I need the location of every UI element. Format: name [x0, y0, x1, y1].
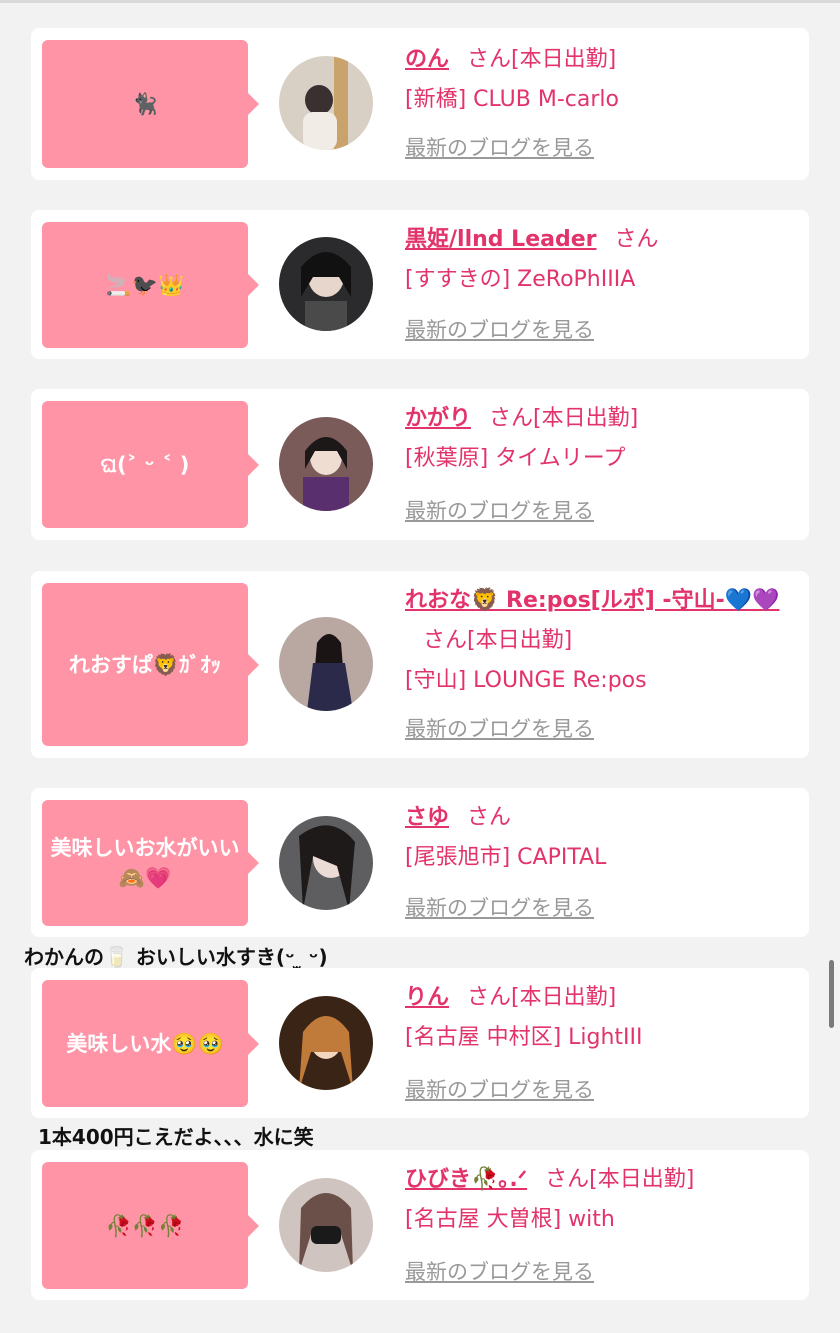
bubble-text: 🥀🥀🥀 — [105, 1213, 185, 1238]
bubble-text: 🐈‍⬛ — [131, 92, 159, 116]
cast-name-link[interactable]: さゆ — [405, 805, 449, 830]
cast-info: ひびき🥀｡.ᐟ さん[本日出勤] [名古屋 大曽根] with — [405, 1160, 805, 1240]
cast-info: りん さん[本日出勤] [名古屋 中村区] LightIII — [405, 978, 805, 1058]
cast-card[interactable]: ଘ(˃ ᵕ ˂ ) かがり さん[本日出勤] [秋葉原] タイムリープ 最新のブロ… — [31, 389, 809, 540]
scrollbar-thumb[interactable] — [829, 960, 834, 1028]
cast-info: れおな🦁 Re:pos[ルポ] -守山-💙💜 さん[本日出勤] [守山] LOUN… — [405, 581, 785, 701]
message-bubble: 🚬🐦‍⬛👑 — [42, 222, 259, 348]
cast-card[interactable]: 🚬🐦‍⬛👑 黒姫/llnd Leader さん [すすきの] ZeRoPhIIIA… — [31, 210, 809, 359]
cast-suffix: さん[本日出勤] — [467, 47, 617, 72]
shop-name: [すすきの] ZeRoPhIIIA — [405, 267, 636, 292]
bubble-text: ଘ(˃ ᵕ ˂ ) — [100, 452, 190, 477]
avatar[interactable] — [279, 996, 373, 1090]
avatar[interactable] — [279, 56, 373, 150]
avatar[interactable] — [279, 816, 373, 910]
cast-card[interactable]: 美味しいお水がいい🙈💗 さゆ さん [尾張旭市] CAPITAL 最新のブログを見… — [31, 788, 809, 937]
cast-suffix: さん[本日出勤] — [545, 1167, 695, 1192]
message-bubble: 🥀🥀🥀 — [42, 1162, 259, 1289]
cast-name-link[interactable]: れおな🦁 Re:pos[ルポ] -守山-💙💜 — [405, 588, 779, 613]
avatar[interactable] — [279, 237, 373, 331]
cast-suffix: さん — [467, 805, 512, 830]
blog-link[interactable]: 最新のブログを見る — [405, 892, 594, 922]
blog-link[interactable]: 最新のブログを見る — [405, 314, 594, 344]
cast-info: 黒姫/llnd Leader さん [すすきの] ZeRoPhIIIA — [405, 220, 805, 300]
message-bubble: れおすぱ🦁ｶﾞｵｯ — [42, 583, 259, 746]
cast-name-link[interactable]: のん — [405, 47, 449, 72]
cast-suffix: さん[本日出勤] — [423, 628, 573, 653]
message-bubble: 美味しい水🥹🥹 — [42, 980, 259, 1107]
comment-text: わかんの🥛 おいしい水すき(ᵕ ̫ ᵕ) — [24, 945, 328, 969]
blog-link[interactable]: 最新のブログを見る — [405, 713, 594, 743]
cast-info: のん さん[本日出勤] [新橋] CLUB M-carlo — [405, 40, 805, 120]
cast-card[interactable]: 🐈‍⬛ のん さん[本日出勤] [新橋] CLUB M-carlo 最新のブログを… — [31, 28, 809, 180]
blog-link[interactable]: 最新のブログを見る — [405, 1074, 594, 1104]
bubble-text: 🚬🐦‍⬛👑 — [105, 273, 185, 297]
cast-name-link[interactable]: りん — [405, 985, 449, 1010]
cast-card[interactable]: 美味しい水🥹🥹 りん さん[本日出勤] [名古屋 中村区] LightIII 最新… — [31, 968, 809, 1118]
cast-info: さゆ さん [尾張旭市] CAPITAL — [405, 798, 805, 878]
blog-link[interactable]: 最新のブログを見る — [405, 1256, 594, 1286]
cast-name-link[interactable]: 黒姫/llnd Leader — [405, 227, 597, 252]
shop-name: [新橋] CLUB M-carlo — [405, 87, 619, 112]
comment-text: 1本400円こえだよ、、、水に笑 — [38, 1125, 314, 1149]
shop-name: [名古屋 大曽根] with — [405, 1207, 615, 1232]
bubble-text: 美味しい水🥹🥹 — [66, 1031, 224, 1056]
message-bubble: 🐈‍⬛ — [42, 40, 259, 168]
message-bubble: ଘ(˃ ᵕ ˂ ) — [42, 401, 259, 528]
blog-link[interactable]: 最新のブログを見る — [405, 495, 594, 525]
bubble-text: 美味しいお水がいい🙈💗 — [50, 836, 240, 890]
cast-info: かがり さん[本日出勤] [秋葉原] タイムリープ — [405, 399, 805, 479]
shop-name: [名古屋 中村区] LightIII — [405, 1025, 643, 1050]
shop-name: [守山] LOUNGE Re:pos — [405, 668, 647, 693]
blog-link[interactable]: 最新のブログを見る — [405, 132, 594, 162]
cast-suffix: さん[本日出勤] — [467, 985, 617, 1010]
cast-card[interactable]: 🥀🥀🥀 ひびき🥀｡.ᐟ さん[本日出勤] [名古屋 大曽根] with 最新のブロ… — [31, 1150, 809, 1300]
cast-suffix: さん — [614, 227, 659, 252]
shop-name: [尾張旭市] CAPITAL — [405, 845, 607, 870]
cast-suffix: さん[本日出勤] — [489, 406, 639, 431]
cast-name-link[interactable]: かがり — [405, 406, 471, 431]
top-divider — [0, 0, 840, 3]
shop-name: [秋葉原] タイムリープ — [405, 446, 626, 471]
bubble-text: れおすぱ🦁ｶﾞｵｯ — [68, 652, 222, 677]
cast-name-link[interactable]: ひびき🥀｡.ᐟ — [405, 1167, 527, 1192]
cast-card[interactable]: れおすぱ🦁ｶﾞｵｯ れおな🦁 Re:pos[ルポ] -守山-💙💜 さん[本日出勤]… — [31, 571, 809, 758]
avatar[interactable] — [279, 417, 373, 511]
avatar[interactable] — [279, 1178, 373, 1272]
avatar[interactable] — [279, 617, 373, 711]
message-bubble: 美味しいお水がいい🙈💗 — [42, 800, 259, 926]
